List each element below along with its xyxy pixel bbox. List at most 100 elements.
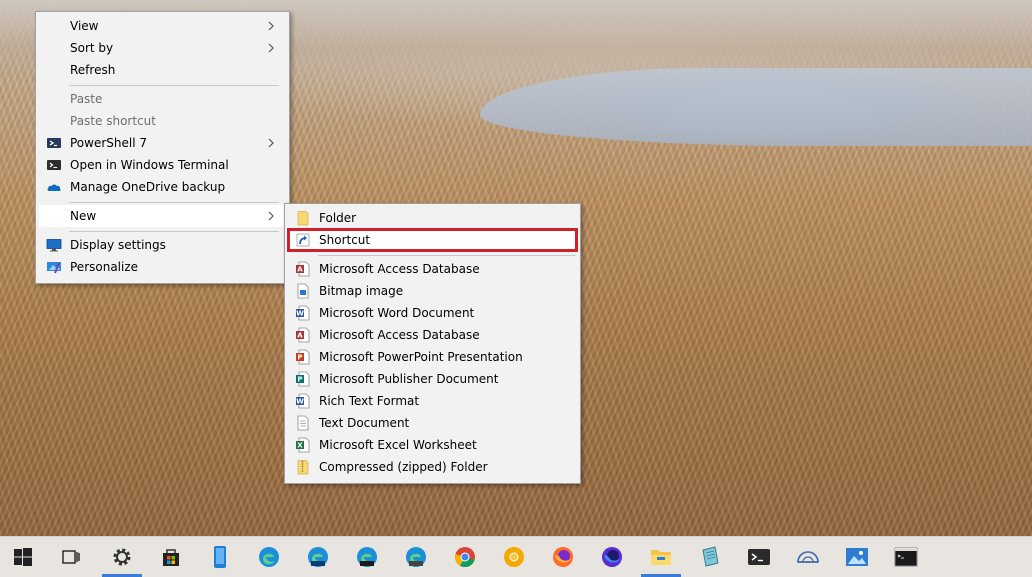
start-button[interactable] <box>0 537 46 577</box>
submenu-item-wordpad[interactable]: W Rich Text Format <box>288 390 577 412</box>
paint-3d-icon <box>797 551 819 563</box>
menu-item-label: Rich Text Format <box>319 394 420 408</box>
menu-item-paste-shortcut[interactable]: Paste shortcut <box>39 110 286 132</box>
microsoft-store-icon <box>163 549 179 566</box>
submenu-item-shortcut[interactable]: Shortcut <box>287 228 578 252</box>
display-monitor-icon <box>46 239 62 252</box>
submenu-item-access[interactable]: A Microsoft Access Database <box>288 258 577 280</box>
menu-item-label: Microsoft Publisher Document <box>319 372 499 386</box>
svg-text:W: W <box>296 398 304 406</box>
shortcut-arrow-icon <box>296 233 310 247</box>
chrome-taskbar-button[interactable] <box>442 537 488 577</box>
svg-text:A: A <box>297 332 303 340</box>
edge-taskbar-button[interactable] <box>246 537 292 577</box>
edge-beta-taskbar-button[interactable] <box>295 537 341 577</box>
terminal-taskbar-button[interactable] <box>736 537 782 577</box>
svg-text:X: X <box>297 442 303 450</box>
menu-item-label: Microsoft PowerPoint Presentation <box>319 350 523 364</box>
menu-item-label: Open in Windows Terminal <box>70 158 229 172</box>
menu-item-label: Sort by <box>70 41 114 55</box>
submenu-item-access[interactable]: A Microsoft Access Database <box>288 324 577 346</box>
powerpoint-icon: P <box>295 349 311 365</box>
menu-item-refresh[interactable]: Refresh <box>39 59 286 81</box>
menu-separator <box>69 85 279 86</box>
windows-logo-icon <box>14 548 32 566</box>
menu-item-open-terminal[interactable]: Open in Windows Terminal <box>39 154 286 176</box>
excel-icon: X <box>295 437 311 453</box>
taskbar <box>0 536 1032 577</box>
edge-canary-taskbar-button[interactable] <box>393 537 439 577</box>
submenu-item-powerpoint[interactable]: P Microsoft PowerPoint Presentation <box>288 346 577 368</box>
terminal-icon <box>748 549 770 565</box>
notepad-taskbar-button[interactable] <box>687 537 733 577</box>
firefox-nightly-taskbar-button[interactable] <box>589 537 635 577</box>
menu-separator <box>69 202 279 203</box>
wordpad-icon: W <box>295 393 311 409</box>
access-icon: A <box>295 327 311 343</box>
firefox-taskbar-button[interactable] <box>540 537 586 577</box>
file-explorer-taskbar-button[interactable] <box>638 537 684 577</box>
edge-dev-icon <box>357 547 377 567</box>
store-taskbar-button[interactable] <box>148 537 194 577</box>
new-submenu: Folder Shortcut A Microsoft Access Databa… <box>284 203 581 484</box>
chrome-icon <box>455 547 475 568</box>
access-icon: A <box>295 261 311 277</box>
menu-item-label: Microsoft Access Database <box>319 262 480 276</box>
settings-taskbar-button[interactable] <box>99 537 145 577</box>
menu-item-label: Paste shortcut <box>70 114 156 128</box>
submenu-item-publisher[interactable]: P Microsoft Publisher Document <box>288 368 577 390</box>
menu-item-label: Compressed (zipped) Folder <box>319 460 488 474</box>
onedrive-cloud-icon <box>47 184 61 191</box>
menu-item-onedrive-backup[interactable]: Manage OneDrive backup <box>39 176 286 198</box>
submenu-item-text-file[interactable]: Text Document <box>288 412 577 434</box>
submenu-item-bitmap[interactable]: Bitmap image <box>288 280 577 302</box>
bitmap-icon <box>295 283 311 299</box>
menu-item-label: Microsoft Excel Worksheet <box>319 438 477 452</box>
menu-item-label: Bitmap image <box>319 284 404 298</box>
chrome-canary-taskbar-button[interactable] <box>491 537 537 577</box>
command-prompt-taskbar-button[interactable] <box>883 537 929 577</box>
phone-taskbar-button[interactable] <box>197 537 243 577</box>
background-lake <box>480 68 1032 146</box>
task-view-button[interactable] <box>48 537 94 577</box>
menu-item-new[interactable]: New <box>39 205 286 227</box>
firefox-nightly-icon <box>602 547 622 567</box>
menu-item-label: View <box>70 19 99 33</box>
menu-item-personalize[interactable]: Personalize <box>39 256 286 278</box>
chevron-right-icon <box>268 21 274 31</box>
publisher-icon: P <box>295 371 311 387</box>
menu-item-sort-by[interactable]: Sort by <box>39 37 286 59</box>
menu-item-powershell[interactable]: PowerShell 7 <box>39 132 286 154</box>
svg-text:P: P <box>297 354 302 362</box>
desktop-context-menu: View Sort by Refresh Paste Paste shortcu… <box>35 11 290 284</box>
menu-item-view[interactable]: View <box>39 15 286 37</box>
submenu-item-zip-folder[interactable]: Compressed (zipped) Folder <box>288 456 577 478</box>
chevron-right-icon <box>268 138 274 148</box>
chevron-right-icon <box>268 43 274 53</box>
paint-3d-taskbar-button[interactable] <box>785 537 831 577</box>
menu-item-label: Refresh <box>70 63 116 77</box>
edge-dev-taskbar-button[interactable] <box>344 537 390 577</box>
menu-item-label: Paste <box>70 92 103 106</box>
menu-item-paste[interactable]: Paste <box>39 88 286 110</box>
edge-canary-icon <box>406 547 426 567</box>
word-icon: W <box>295 305 311 321</box>
photos-icon <box>846 548 868 566</box>
photos-taskbar-button[interactable] <box>834 537 880 577</box>
settings-gear-icon <box>113 548 131 566</box>
menu-item-display-settings[interactable]: Display settings <box>39 234 286 256</box>
submenu-item-folder[interactable]: Folder <box>288 207 577 229</box>
notepad-icon <box>702 546 719 567</box>
chrome-canary-icon <box>504 547 524 567</box>
menu-item-label: Display settings <box>70 238 166 252</box>
menu-separator <box>318 255 576 256</box>
text-file-icon <box>295 415 311 431</box>
folder-icon <box>297 211 309 226</box>
submenu-item-word[interactable]: W Microsoft Word Document <box>288 302 577 324</box>
menu-separator <box>69 231 279 232</box>
submenu-item-excel[interactable]: X Microsoft Excel Worksheet <box>288 434 577 456</box>
menu-item-label: Manage OneDrive backup <box>70 180 226 194</box>
zip-folder-icon <box>295 459 311 475</box>
chevron-right-icon <box>268 211 274 221</box>
terminal-icon <box>47 160 61 170</box>
